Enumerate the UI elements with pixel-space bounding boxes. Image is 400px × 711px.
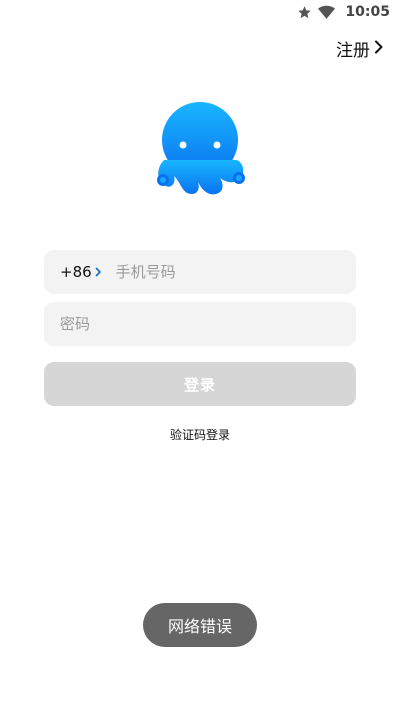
login-button[interactable]: 登录	[44, 362, 356, 406]
status-time: 10:05	[345, 4, 390, 20]
register-label: 注册	[336, 41, 370, 61]
chevron-right-icon	[95, 263, 102, 281]
phone-input[interactable]	[115, 263, 340, 281]
chevron-right-icon	[374, 39, 384, 59]
code-login-link[interactable]: 验证码登录	[170, 428, 230, 442]
wifi-icon	[318, 5, 336, 20]
star-icon	[297, 5, 312, 20]
country-code-label: +86	[60, 263, 92, 281]
phone-field[interactable]: +86	[44, 250, 356, 294]
status-bar: 10:05	[0, 0, 400, 24]
password-field[interactable]	[44, 302, 356, 346]
login-screen: 10:05 注册 +86 手机号码 登录 验证码登录 网络错误	[0, 0, 400, 711]
register-link[interactable]: 注册	[336, 36, 384, 61]
code-login-row: 验证码登录	[0, 426, 400, 443]
password-input[interactable]	[60, 315, 340, 333]
toast-message: 网络错误	[167, 617, 232, 636]
country-code-selector[interactable]: +86	[60, 263, 102, 281]
octopus-logo-icon	[152, 98, 248, 202]
network-error-toast: 网络错误	[143, 603, 257, 647]
